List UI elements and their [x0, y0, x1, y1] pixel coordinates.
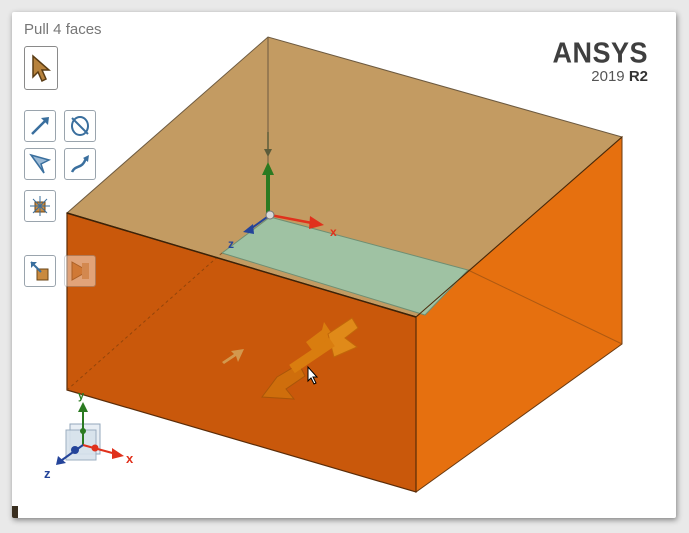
revolve-icon: [71, 116, 89, 136]
triad-z-label: z: [44, 466, 51, 481]
local-axis-z-label: z: [228, 237, 234, 251]
viewport-frame: x z y x z Pull 4 faces ANSYS 2019 R2: [12, 12, 676, 518]
complete-icon: [71, 261, 90, 281]
sweep-icon: [70, 155, 89, 173]
full-pull-icon: [30, 261, 49, 281]
sweep-tool-button[interactable]: [64, 148, 96, 180]
full-pull-tool-button[interactable]: [24, 255, 56, 287]
pull-direction-icon: [31, 117, 49, 135]
select-tool-button[interactable]: [24, 46, 58, 90]
select-arrow-icon: [32, 54, 51, 83]
triad-x-label: x: [126, 451, 134, 466]
complete-tool-button[interactable]: [64, 255, 96, 287]
model-viewport[interactable]: x z y x z: [12, 12, 676, 518]
viewport-title: Pull 4 faces: [24, 21, 102, 38]
pivot-tool-button[interactable]: [24, 190, 56, 222]
up-to-tool-button[interactable]: [24, 148, 56, 180]
brand-version-release: R2: [628, 68, 648, 85]
up-to-icon: [29, 153, 52, 174]
brand-version: 2019 R2: [552, 69, 648, 84]
triad-y-label: y: [78, 390, 85, 402]
pivot-icon: [30, 196, 50, 216]
revolve-tool-button[interactable]: [64, 110, 96, 142]
corner-marker: [12, 506, 18, 518]
local-axis-x-label: x: [330, 225, 337, 239]
brand-version-year: 2019: [591, 68, 625, 85]
ansys-logo: ANSYS 2019 R2: [552, 37, 648, 84]
brand-name: ANSYS: [552, 37, 648, 69]
pull-direction-tool-button[interactable]: [24, 110, 56, 142]
